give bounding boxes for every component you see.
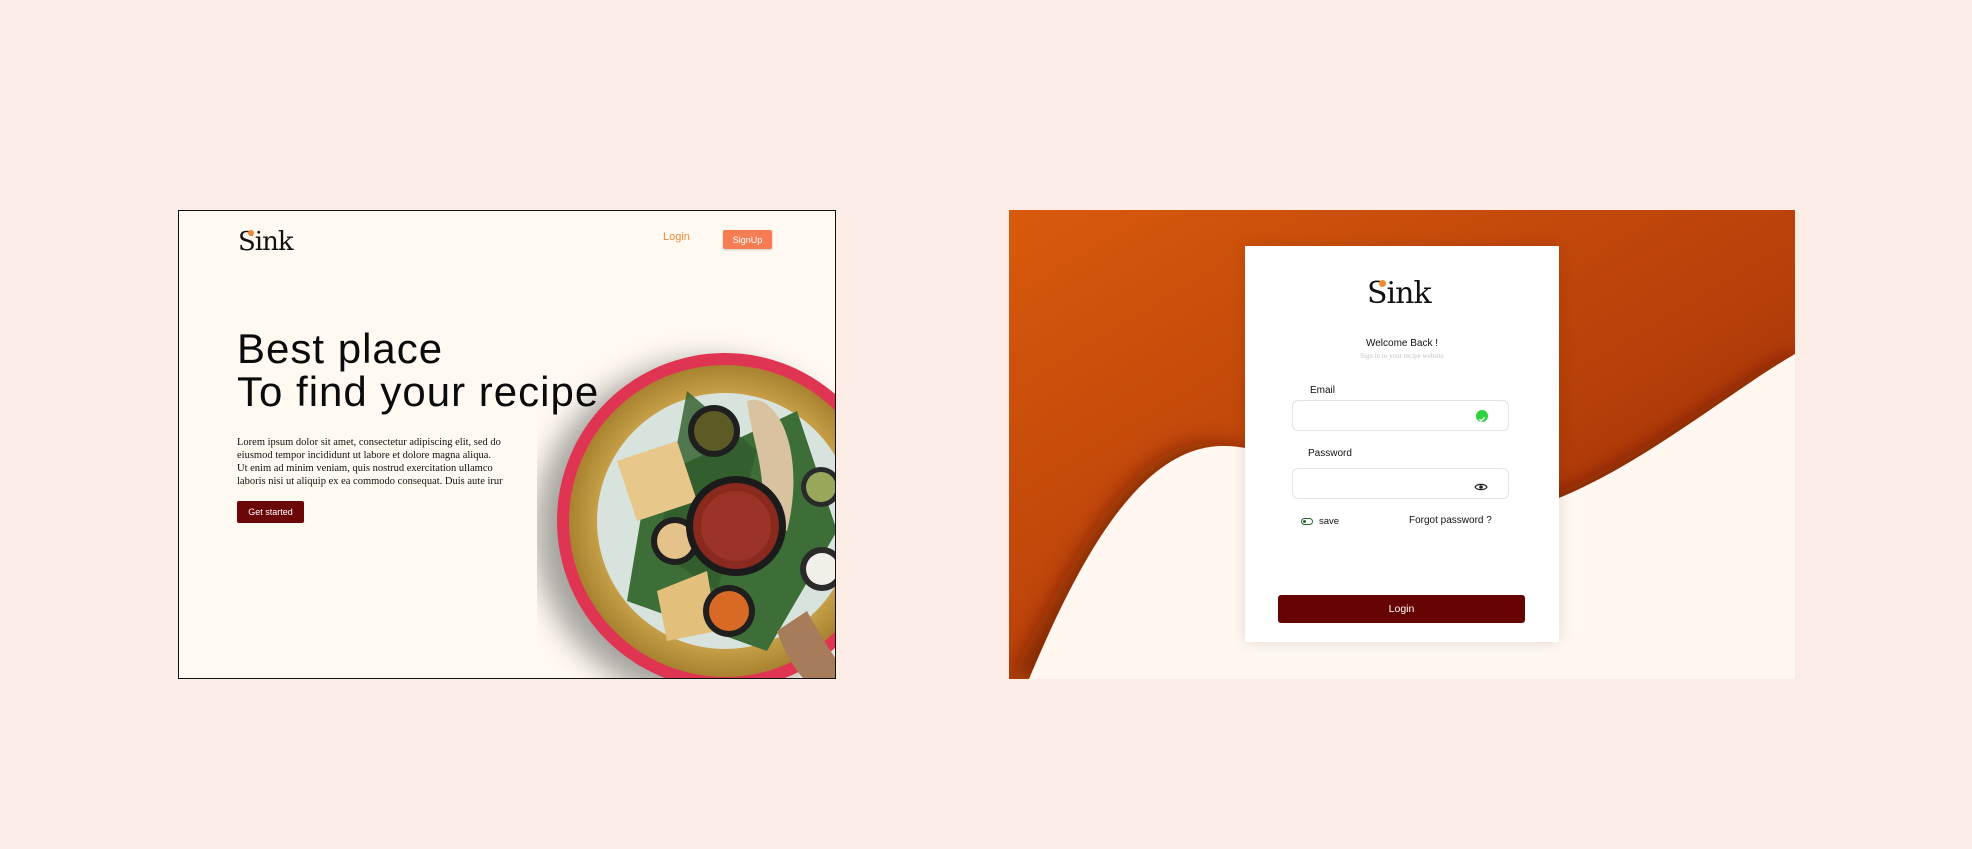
get-started-button[interactable]: Get started bbox=[237, 501, 304, 523]
logo-dot-icon bbox=[1379, 280, 1386, 287]
landing-brand-text: Sink bbox=[238, 227, 294, 257]
welcome-subtitle: Sign in to your recipe website bbox=[1360, 352, 1444, 360]
nav-login-link[interactable]: Login bbox=[663, 231, 690, 243]
save-label: save bbox=[1319, 516, 1340, 527]
save-toggle-icon[interactable] bbox=[1301, 518, 1313, 525]
email-label: Email bbox=[1310, 385, 1336, 396]
login-logo: Sink bbox=[1367, 276, 1432, 311]
email-field[interactable] bbox=[1292, 400, 1509, 431]
login-page-frame: Sink Welcome Back ! Sign in to your reci… bbox=[1009, 210, 1795, 679]
logo-dot-icon bbox=[248, 230, 254, 236]
login-brand-text: Sink bbox=[1367, 276, 1432, 311]
welcome-heading: Welcome Back ! bbox=[1365, 338, 1439, 349]
eye-icon[interactable] bbox=[1474, 478, 1488, 491]
check-circle-icon bbox=[1476, 410, 1488, 423]
password-label: Password bbox=[1308, 448, 1352, 459]
nav-signup-button[interactable]: SignUp bbox=[723, 230, 772, 249]
login-card: Sink Welcome Back ! Sign in to your reci… bbox=[1245, 246, 1559, 642]
landing-logo[interactable]: Sink bbox=[238, 227, 294, 257]
hero-headline: Best place To find your recipe bbox=[237, 325, 600, 415]
landing-page-frame: Sink Login SignUp Best place To find you… bbox=[178, 210, 836, 679]
login-submit-button[interactable]: Login bbox=[1278, 595, 1525, 623]
forgot-password-link[interactable]: Forgot password ? bbox=[1409, 515, 1492, 526]
email-input[interactable] bbox=[1293, 401, 1483, 430]
hero-body-text: Lorem ipsum dolor sit amet, consectetur … bbox=[237, 437, 503, 487]
password-field[interactable] bbox=[1292, 468, 1509, 499]
password-input[interactable] bbox=[1293, 469, 1483, 498]
